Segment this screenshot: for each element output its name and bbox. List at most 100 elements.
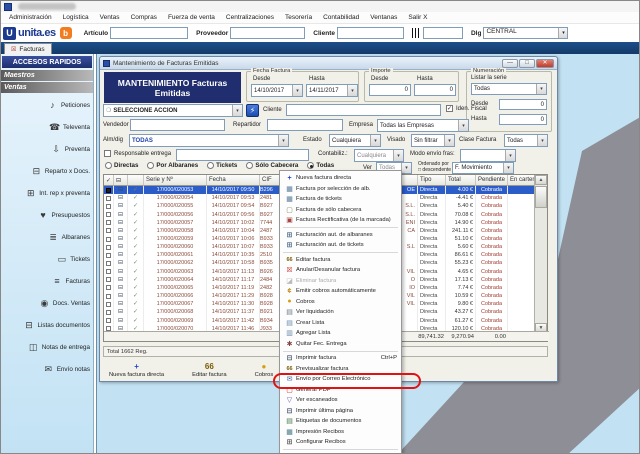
sidebar-item-preventa[interactable]: ⇩ Preventa xyxy=(1,138,93,160)
serie-select[interactable]: Todas xyxy=(471,83,547,95)
accion-select[interactable]: ❍ SELECCIONE ACCION xyxy=(103,104,243,117)
sidebar-item-tickets[interactable]: ▭ Tickets xyxy=(1,248,93,270)
scroll-up-icon[interactable]: ▲ xyxy=(535,175,547,185)
dlg-select[interactable]: CENTRAL ▾ xyxy=(483,27,569,39)
row-checkbox[interactable] xyxy=(104,202,114,211)
row-checkbox[interactable] xyxy=(104,251,114,260)
minimize-button[interactable]: — xyxy=(502,59,518,68)
radio-por-albaranes[interactable]: Por Albaranes xyxy=(147,162,198,169)
menubar-item-log-stica[interactable]: Logística xyxy=(63,14,89,21)
menu-item-configurar-recibos[interactable]: ⊞ Configurar Recibos xyxy=(280,437,401,448)
responsable-input[interactable] xyxy=(176,149,309,161)
editar-factura-button[interactable]: 66 Editar factura xyxy=(192,359,226,381)
sidebar-item-televenta[interactable]: ☎ Televenta xyxy=(1,116,93,138)
fecha-desde-select[interactable]: 14/10/2017 xyxy=(251,84,303,97)
menu-item-factura-por-selecci-n-de-alb-[interactable]: ▦ Factura por selección de alb. xyxy=(280,184,401,195)
sidebar-item-env-o-notas[interactable]: ✉ Envío notas xyxy=(1,358,93,380)
menubar-item-contabilidad[interactable]: Contabilidad xyxy=(323,14,359,21)
sidebar-section-maestros[interactable]: Maestros xyxy=(1,70,93,81)
column-header-10[interactable]: En cartera xyxy=(508,175,536,186)
menu-item-ver-liquidaci-n[interactable]: ▤ Ver liquidación xyxy=(280,307,401,318)
column-header-9[interactable]: Pendiente xyxy=(476,175,508,186)
cobros-button[interactable]: ● Cobros xyxy=(255,359,274,381)
sidebar-section-ventas[interactable]: Ventas xyxy=(1,82,93,93)
menubar-item-centralizaciones[interactable]: Centralizaciones xyxy=(226,14,274,21)
menu-item-imprimir-ltima-p-gina[interactable]: ⊟ Imprimir última página xyxy=(280,406,401,417)
radio-tickets[interactable]: Tickets xyxy=(207,162,237,169)
sidebar-item-notas-de-entrega[interactable]: ◫ Notas de entrega xyxy=(1,336,93,358)
responsable-checkbox[interactable] xyxy=(104,150,111,157)
cliente-input[interactable] xyxy=(336,27,404,39)
menubar-item-ventas[interactable]: Ventas xyxy=(100,14,120,21)
numeracion-desde-input[interactable]: 0 xyxy=(499,99,547,110)
menu-item-crear-lista[interactable]: ▤ Crear Lista xyxy=(280,318,401,329)
blogger-icon[interactable]: b xyxy=(59,27,72,39)
tab-facturas[interactable]: ☒ Facturas xyxy=(4,43,52,54)
row-checkbox[interactable] xyxy=(104,259,114,268)
menubar-item-fuerza-de-venta[interactable]: Fuerza de venta xyxy=(168,14,215,21)
maximize-button[interactable]: □ xyxy=(519,59,535,68)
menu-item-facturaci-n-aut-de-albaranes[interactable]: ⊞ Facturación aut. de albaranes xyxy=(280,230,401,241)
row-checkbox[interactable] xyxy=(104,283,114,293)
row-checkbox[interactable] xyxy=(104,308,114,317)
descendente-checkbox-label[interactable]: □ descendente xyxy=(418,167,451,173)
sidebar-item-peticiones[interactable]: ♪ Peticiones xyxy=(1,94,93,116)
importe-desde-input[interactable]: 0 xyxy=(369,84,411,96)
clase-factura-select[interactable]: Todas xyxy=(504,134,548,147)
row-checkbox[interactable] xyxy=(104,234,114,244)
menu-item-facturaci-n-aut-de-tickets[interactable]: ⊞ Facturación aut. de tickets xyxy=(280,240,401,251)
sidebar-item-facturas[interactable]: ≡ Facturas xyxy=(1,270,93,292)
menubar-item-compras[interactable]: Compras xyxy=(131,14,157,21)
importe-hasta-input[interactable]: 0 xyxy=(414,84,456,96)
menubar-item-administraci-n[interactable]: Administración xyxy=(9,14,52,21)
tab-close-icon[interactable]: ☒ xyxy=(11,46,16,53)
sidebar-item-presupuestos[interactable]: ♥ Presupuestos xyxy=(1,204,93,226)
vertical-scrollbar[interactable]: ▲ ▼ xyxy=(534,175,547,333)
menu-item-etiquetas-de-documentos[interactable]: ▤ Etiquetas de documentos xyxy=(280,416,401,427)
contabiliz-select[interactable]: Cualquiera xyxy=(354,149,404,162)
menu-item-factura-de-tickets[interactable]: ▦ Factura de tickets xyxy=(280,194,401,205)
row-checkbox[interactable] xyxy=(104,275,114,284)
menu-item-cobros[interactable]: ● Cobros xyxy=(280,297,401,308)
row-checkbox[interactable] xyxy=(104,218,114,227)
scroll-thumb[interactable] xyxy=(535,186,547,208)
menu-item-emitir-cobros-autom-ticamente[interactable]: ¢ Emitir cobros automáticamente xyxy=(280,286,401,297)
column-header-1[interactable]: ⊟ xyxy=(114,175,128,186)
row-checkbox[interactable] xyxy=(104,186,114,195)
row-checkbox[interactable] xyxy=(104,194,114,203)
menu-item-editar-factura[interactable]: 66 Editar factura xyxy=(280,255,401,266)
row-checkbox[interactable] xyxy=(104,243,114,252)
menu-item-nueva-factura-directa[interactable]: + Nueva factura directa xyxy=(280,173,401,184)
row-checkbox[interactable] xyxy=(104,300,114,309)
sidebar-item-albaranes[interactable]: ≣ Albaranes xyxy=(1,226,93,248)
visado-select[interactable]: Sin filtrar xyxy=(411,134,455,147)
radio-s-lo-cabecera[interactable]: Sólo Cabecera xyxy=(246,162,298,169)
menu-item-ver-escaneados[interactable]: ▽ Ver escaneados xyxy=(280,395,401,406)
menubar-item-salir-x[interactable]: Salir X xyxy=(408,14,427,21)
row-checkbox[interactable] xyxy=(104,267,114,276)
menu-item-factura-de-s-lo-cabecera[interactable]: ▢ Factura de sólo cabecera xyxy=(280,205,401,216)
dropdown-arrow-icon[interactable]: ▾ xyxy=(558,28,568,38)
menu-item-factura-rectificativa-de-la-marcada-[interactable]: ▣ Factura Rectificativa (de la marcada) xyxy=(280,215,401,226)
menu-item-anular-desanular-factura[interactable]: ☒ Anular/Desanular factura xyxy=(280,265,401,276)
numeracion-hasta-input[interactable]: 0 xyxy=(499,114,547,125)
menu-item-agregar-lista[interactable]: ▥ Agregar Lista xyxy=(280,328,401,339)
sidebar-item-reparto-x-docs-[interactable]: ⊟ Reparto x Docs. xyxy=(1,160,93,182)
sidebar-item-listas-documentos[interactable]: ⊟ Listas documentos xyxy=(1,314,93,336)
articulo-input[interactable] xyxy=(110,27,189,39)
modo-envio-select[interactable] xyxy=(460,149,516,162)
estado-select[interactable]: Cualquiera xyxy=(329,134,381,147)
lightning-button[interactable]: ⚡ xyxy=(246,104,259,117)
barcode-input[interactable] xyxy=(422,27,463,39)
row-checkbox[interactable] xyxy=(104,292,114,301)
menubar-item-tesorer-a[interactable]: Tesorería xyxy=(285,14,312,21)
nueva-factura-directa-button[interactable]: + Nueva factura directa xyxy=(109,359,164,381)
iden-fiscal-checkbox[interactable]: ✓ xyxy=(446,105,453,112)
radio-directas[interactable]: Directas xyxy=(105,162,138,169)
column-header-4[interactable]: Fecha xyxy=(207,175,260,186)
radio-todas[interactable]: Todas xyxy=(307,162,334,169)
almdig-select[interactable]: TODAS xyxy=(129,134,289,147)
empresa-select[interactable]: Todas las Empresas xyxy=(377,119,469,132)
column-header-2[interactable] xyxy=(128,175,144,186)
row-checkbox[interactable] xyxy=(104,226,114,235)
